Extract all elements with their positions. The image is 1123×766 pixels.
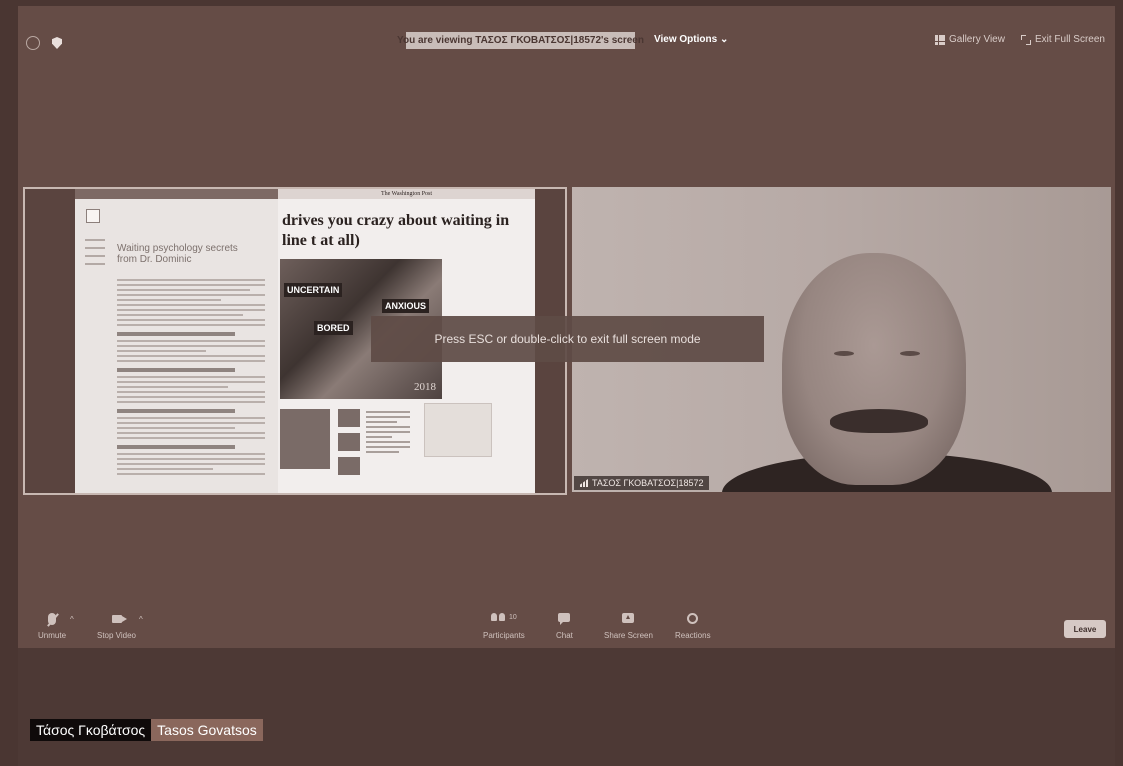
related-thumb[interactable]: [338, 457, 360, 475]
shared-document: Waiting psychology secrets from Dr. Domi…: [75, 199, 278, 493]
top-left-controls: [26, 36, 62, 50]
caption-latin-name: Tasos Govatsos: [151, 719, 263, 741]
photo-credit: 2018: [414, 381, 436, 393]
exit-full-screen-icon: [1020, 34, 1031, 45]
photo-label-uncertain: UNCERTAIN: [284, 283, 343, 297]
participant-name-tag: ΤΑΣΟΣ ΓΚΟΒΑΤΣΟΣ|18572: [574, 476, 710, 490]
participant-eye: [900, 351, 920, 356]
signal-strength-icon: [580, 479, 588, 487]
related-thumb[interactable]: [338, 433, 360, 451]
viewing-banner: You are viewing ΤΑΣΟΣ ΓΚΟΒΑΤΣΟΣ|18572's …: [397, 32, 644, 49]
stop-video-button[interactable]: Stop Video: [97, 613, 136, 640]
reactions-label: Reactions: [675, 631, 711, 640]
share-screen-button[interactable]: Share Screen: [604, 613, 653, 640]
participant-mustache: [830, 409, 928, 433]
top-right-controls: Gallery View Exit Full Screen: [935, 34, 1105, 45]
related-list: [366, 411, 410, 456]
video-camera-icon: [111, 615, 127, 623]
reactions-icon: [687, 613, 699, 624]
chat-label: Chat: [556, 631, 573, 640]
lower-band: [18, 648, 1115, 766]
participant-eye: [834, 351, 854, 356]
video-options-caret-icon[interactable]: ^: [139, 615, 143, 624]
participants-button[interactable]: 10 Participants: [483, 613, 525, 640]
participants-label: Participants: [483, 631, 525, 640]
name-caption: Τάσος Γκοβάτσος Tasos Govatsos: [30, 719, 263, 741]
photo-label-bored: BORED: [314, 321, 353, 335]
reactions-button[interactable]: Reactions: [675, 613, 711, 640]
gallery-view-button[interactable]: Gallery View: [935, 34, 1005, 45]
leave-button[interactable]: Leave: [1064, 620, 1106, 638]
share-screen-label: Share Screen: [604, 631, 653, 640]
participants-icon: 10: [491, 613, 517, 621]
document-side-links: [85, 239, 105, 271]
audio-options-caret-icon[interactable]: ^: [70, 615, 74, 624]
shield-icon[interactable]: [52, 37, 62, 49]
zoom-window: You are viewing ΤΑΣΟΣ ΓΚΟΒΑΤΣΟΣ|18572's …: [18, 6, 1115, 766]
document-body-text: [117, 279, 265, 478]
related-thumb[interactable]: [338, 409, 360, 427]
exit-fullscreen-toast: Press ESC or double-click to exit full s…: [371, 316, 764, 362]
chat-icon: [558, 613, 571, 625]
grid-icon: [935, 34, 946, 45]
caption-greek-name: Τάσος Γκοβάτσος: [30, 719, 152, 741]
view-options-button[interactable]: View Options ⌄: [654, 34, 728, 45]
video-thumbnail[interactable]: [280, 409, 330, 469]
participants-count: 10: [509, 614, 517, 621]
document-logo-icon: [86, 209, 100, 223]
article-headline: drives you crazy about waiting in line t…: [282, 212, 510, 249]
photo-label-anxious: ANXIOUS: [382, 299, 430, 313]
participant-name: ΤΑΣΟΣ ΓΚΟΒΑΤΣΟΣ|18572: [592, 478, 704, 488]
info-icon[interactable]: [26, 36, 40, 50]
sidebar-card: [424, 403, 492, 457]
exit-full-screen-button[interactable]: Exit Full Screen: [1020, 34, 1105, 45]
stop-video-label: Stop Video: [97, 631, 136, 640]
gallery-view-label: Gallery View: [949, 34, 1005, 45]
participant-head: [782, 253, 966, 485]
meeting-area: You are viewing ΤΑΣΟΣ ΓΚΟΒΑΤΣΟΣ|18572's …: [18, 6, 1115, 648]
muted-mic-icon: [48, 613, 56, 625]
unmute-button[interactable]: Unmute: [38, 613, 66, 640]
document-title: Waiting psychology secrets from Dr. Domi…: [117, 243, 238, 265]
newspaper-masthead: The Washington Post: [278, 189, 535, 199]
exit-full-screen-label: Exit Full Screen: [1034, 34, 1105, 45]
share-screen-icon: [622, 613, 635, 623]
unmute-label: Unmute: [38, 631, 67, 640]
chat-button[interactable]: Chat: [556, 613, 573, 640]
